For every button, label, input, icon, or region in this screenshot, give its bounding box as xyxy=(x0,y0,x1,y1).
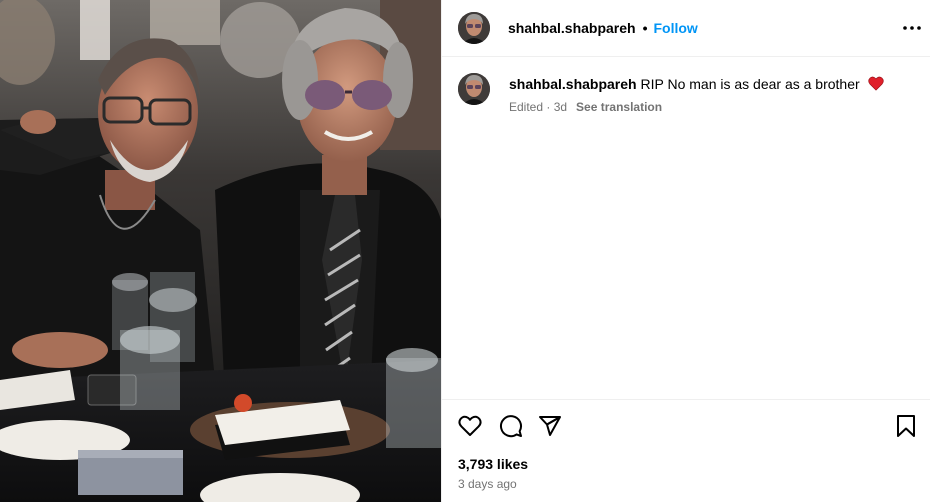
like-button[interactable] xyxy=(456,412,484,440)
avatar-image xyxy=(458,73,490,105)
caption-line: shahbal.shabpareh RIP No man is as dear … xyxy=(509,75,884,93)
instagram-post-view: shahbal.shabpareh • Follow shahbal.shabp… xyxy=(0,0,930,502)
caption-username[interactable]: shahbal.shabpareh xyxy=(509,76,637,92)
avatar-image xyxy=(458,12,490,44)
caption-text: RIP No man is as dear as a brother xyxy=(640,76,860,92)
heart-outline-icon xyxy=(458,415,482,436)
actions-divider xyxy=(442,399,930,400)
header-separator: • xyxy=(642,20,648,36)
photo-two-men-at-dinner xyxy=(0,0,441,502)
like-count[interactable]: 3,793 likes xyxy=(458,456,528,472)
edited-timestamp: Edited · 3d xyxy=(509,100,568,114)
caption-meta: Edited · 3d See translation xyxy=(509,100,662,114)
red-heart-emoji-icon xyxy=(867,76,884,91)
see-translation-link[interactable]: See translation xyxy=(576,100,662,114)
author-username[interactable]: shahbal.shabpareh xyxy=(508,20,636,36)
share-button[interactable] xyxy=(536,412,564,440)
post-date[interactable]: 3 days ago xyxy=(458,477,517,491)
bookmark-icon xyxy=(897,415,915,437)
caption-author-avatar[interactable] xyxy=(458,73,490,105)
save-button[interactable] xyxy=(892,412,920,440)
more-horizontal-icon xyxy=(903,26,921,30)
follow-button[interactable]: Follow xyxy=(654,20,698,36)
post-header: shahbal.shabpareh • Follow xyxy=(442,0,930,57)
post-photo[interactable] xyxy=(0,0,441,502)
comment-button[interactable] xyxy=(497,412,525,440)
author-avatar[interactable] xyxy=(458,12,490,44)
more-options-button[interactable] xyxy=(901,17,923,39)
post-actions xyxy=(442,412,930,440)
post-side-panel: shahbal.shabpareh • Follow shahbal.shabp… xyxy=(441,0,930,502)
paper-plane-icon xyxy=(539,416,561,436)
comment-bubble-icon xyxy=(500,415,522,438)
